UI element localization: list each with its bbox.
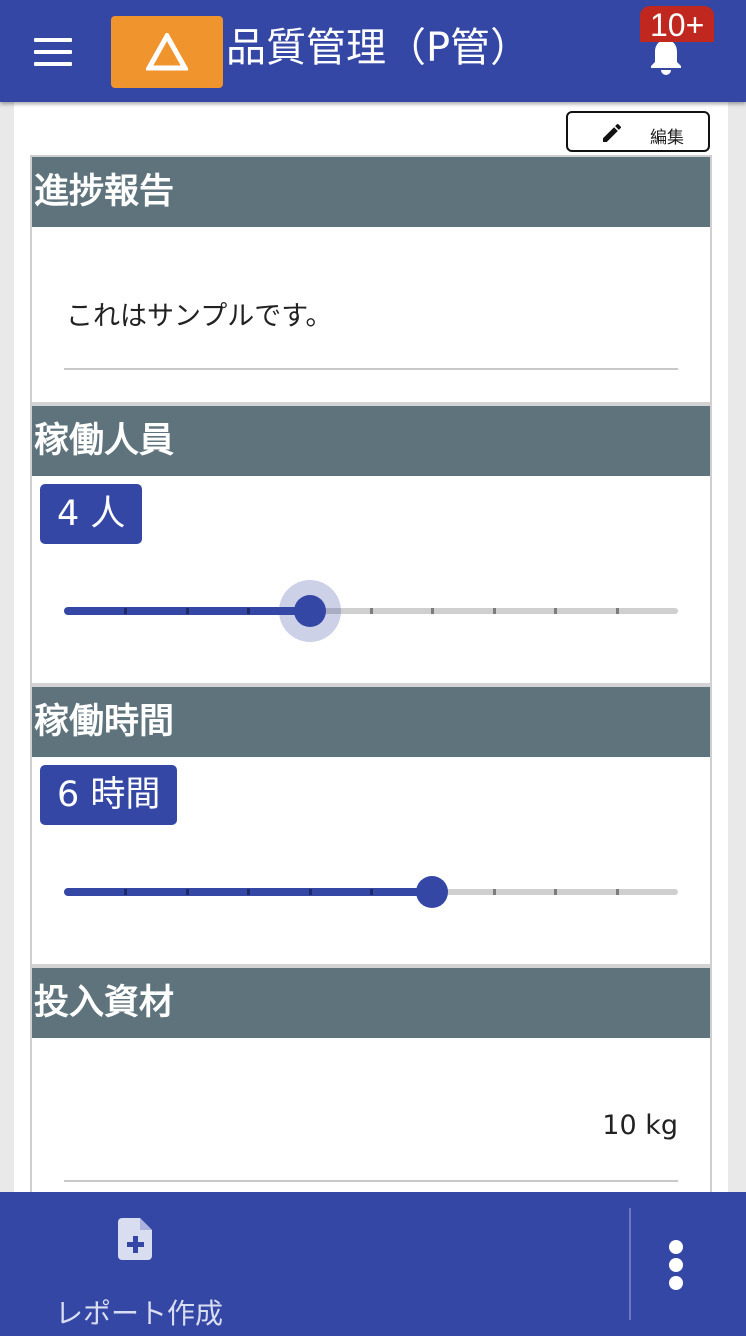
slider-tick	[554, 608, 558, 614]
edit-button[interactable]: 編集	[566, 111, 710, 152]
more-vertical-icon[interactable]	[656, 1232, 696, 1292]
footer-divider	[629, 1208, 631, 1320]
slider-tick	[185, 889, 189, 895]
menu-icon[interactable]	[34, 38, 72, 66]
slider-tick	[308, 889, 312, 895]
slider-tick	[554, 889, 558, 895]
section-title-progress: 進捗報告	[32, 157, 710, 227]
progress-report-text[interactable]: これはサンプルです。	[66, 294, 333, 333]
slider-tick	[370, 608, 373, 614]
slider-tick	[185, 608, 189, 614]
bottom-action-bar: レポート作成	[0, 1192, 746, 1336]
section-title-materials: 投入資材	[32, 968, 710, 1038]
materials-underline	[64, 1180, 678, 1182]
hours-slider[interactable]	[64, 872, 678, 912]
hours-value-chip: 6 時間	[40, 765, 178, 825]
edit-button-label: 編集	[650, 128, 684, 148]
section-title-staff: 稼働人員	[32, 406, 710, 476]
materials-quantity[interactable]: 10 kg	[602, 1110, 678, 1141]
slider-tick	[615, 608, 619, 614]
slider-tick	[615, 889, 619, 895]
slider-tick	[124, 889, 128, 895]
staff-value-chip: 4 人	[40, 484, 143, 544]
app-bar: 品質管理（P管） 10+	[0, 0, 746, 102]
slider-tick	[247, 608, 251, 614]
file-plus-icon	[118, 1218, 152, 1260]
slider-tick	[492, 889, 496, 895]
slider-tick	[124, 608, 128, 614]
slider-tick	[431, 608, 435, 614]
warning-triangle-icon	[146, 33, 188, 71]
section-title-hours: 稼働時間	[32, 687, 710, 757]
pencil-icon	[603, 123, 621, 142]
notification-count-badge: 10+	[640, 6, 715, 43]
slider-tick	[492, 608, 496, 614]
slider-thumb[interactable]	[416, 876, 449, 908]
warning-button[interactable]	[111, 16, 223, 88]
create-report-label: レポート作成	[55, 1297, 224, 1330]
slider-thumb[interactable]	[293, 595, 326, 627]
progress-text-underline	[64, 368, 678, 370]
slider-tick	[247, 889, 251, 895]
page-title: 品質管理（P管）	[226, 25, 531, 71]
staff-slider[interactable]	[64, 580, 678, 642]
create-report-button[interactable]: レポート作成	[40, 1212, 235, 1330]
slider-tick	[370, 889, 373, 895]
